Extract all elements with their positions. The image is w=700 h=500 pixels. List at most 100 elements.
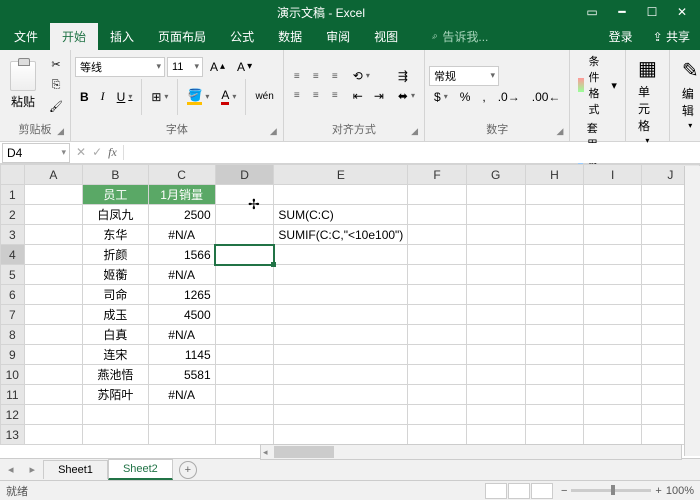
- col-header-B[interactable]: B: [83, 165, 148, 185]
- cell-G4[interactable]: [466, 245, 525, 265]
- cell-H8[interactable]: [525, 325, 584, 345]
- sheet-tab-sheet2[interactable]: Sheet2: [108, 459, 173, 480]
- col-header-D[interactable]: D: [215, 165, 274, 185]
- vertical-scrollbar[interactable]: [684, 166, 700, 456]
- cell-E2[interactable]: SUM(C:C): [274, 205, 408, 225]
- cell-I10[interactable]: [584, 365, 641, 385]
- col-header-I[interactable]: I: [584, 165, 641, 185]
- col-header-G[interactable]: G: [466, 165, 525, 185]
- cell-E5[interactable]: [274, 265, 408, 285]
- cell-C13[interactable]: [148, 425, 215, 445]
- cell-B12[interactable]: [83, 405, 148, 425]
- cell-C7[interactable]: 4500: [148, 305, 215, 325]
- tab-file[interactable]: 文件: [2, 23, 50, 50]
- row-header-9[interactable]: 9: [1, 345, 25, 365]
- name-box[interactable]: D4: [2, 143, 70, 163]
- increase-decimal-icon[interactable]: .0→: [493, 88, 525, 106]
- cell-B3[interactable]: 东华: [83, 225, 148, 245]
- row-header-4[interactable]: 4: [1, 245, 25, 265]
- horizontal-scrollbar[interactable]: ◂: [260, 444, 682, 460]
- font-size-select[interactable]: 11: [167, 57, 203, 77]
- number-format-select[interactable]: 常规: [429, 66, 499, 86]
- comma-button[interactable]: ,: [477, 88, 490, 106]
- cell-I12[interactable]: [584, 405, 641, 425]
- cell-H9[interactable]: [525, 345, 584, 365]
- bold-button[interactable]: B: [75, 88, 94, 106]
- cell-B7[interactable]: 成玉: [83, 305, 148, 325]
- cell-B8[interactable]: 白真: [83, 325, 148, 345]
- cell-B5[interactable]: 姬蘅: [83, 265, 148, 285]
- font-launcher-icon[interactable]: ◢: [270, 126, 277, 137]
- cell-C1[interactable]: 1月销量: [148, 185, 215, 205]
- cell-E4[interactable]: [274, 245, 408, 265]
- underline-button[interactable]: U: [112, 88, 138, 106]
- tab-layout[interactable]: 页面布局: [146, 23, 218, 50]
- cell-D3[interactable]: [215, 225, 274, 245]
- cell-A4[interactable]: [24, 245, 83, 265]
- cell-E11[interactable]: [274, 385, 408, 405]
- col-header-A[interactable]: A: [24, 165, 83, 185]
- row-header-10[interactable]: 10: [1, 365, 25, 385]
- cell-D10[interactable]: [215, 365, 274, 385]
- cell-H7[interactable]: [525, 305, 584, 325]
- fill-color-button[interactable]: 🪣: [182, 86, 214, 107]
- row-header-5[interactable]: 5: [1, 265, 25, 285]
- font-color-button[interactable]: A: [216, 86, 241, 107]
- cell-E10[interactable]: [274, 365, 408, 385]
- cell-C2[interactable]: 2500: [148, 205, 215, 225]
- cell-H2[interactable]: [525, 205, 584, 225]
- cell-F3[interactable]: [408, 225, 466, 245]
- cell-G2[interactable]: [466, 205, 525, 225]
- cell-I13[interactable]: [584, 425, 641, 445]
- cell-G3[interactable]: [466, 225, 525, 245]
- cell-B9[interactable]: 连宋: [83, 345, 148, 365]
- cell-A6[interactable]: [24, 285, 83, 305]
- cell-E12[interactable]: [274, 405, 408, 425]
- spreadsheet-grid[interactable]: ABCDEFGHIJ 1员工1月销量2白凤九2500SUM(C:C)3东华#N/…: [0, 164, 700, 445]
- cell-D12[interactable]: [215, 405, 274, 425]
- tab-view[interactable]: 视图: [362, 23, 410, 50]
- cell-H1[interactable]: [525, 185, 584, 205]
- row-header-6[interactable]: 6: [1, 285, 25, 305]
- cell-F1[interactable]: [408, 185, 466, 205]
- cell-B1[interactable]: 员工: [83, 185, 148, 205]
- cell-D1[interactable]: [215, 185, 274, 205]
- cell-A10[interactable]: [24, 365, 83, 385]
- cell-H11[interactable]: [525, 385, 584, 405]
- cell-D4[interactable]: [215, 245, 274, 265]
- merge-button[interactable]: ⬌: [393, 87, 420, 105]
- col-header-C[interactable]: C: [148, 165, 215, 185]
- decrease-decimal-icon[interactable]: .00←: [527, 88, 566, 106]
- cell-F8[interactable]: [408, 325, 466, 345]
- zoom-out-icon[interactable]: −: [561, 485, 567, 497]
- cell-E6[interactable]: [274, 285, 408, 305]
- cell-D13[interactable]: [215, 425, 274, 445]
- cell-H3[interactable]: [525, 225, 584, 245]
- cell-G8[interactable]: [466, 325, 525, 345]
- cell-I1[interactable]: [584, 185, 641, 205]
- cell-A5[interactable]: [24, 265, 83, 285]
- percent-button[interactable]: %: [455, 88, 476, 106]
- sheet-nav-next-icon[interactable]: ▸: [22, 463, 44, 476]
- cell-I3[interactable]: [584, 225, 641, 245]
- add-sheet-icon[interactable]: +: [179, 461, 197, 479]
- border-button[interactable]: ⊞: [146, 88, 173, 106]
- cell-I11[interactable]: [584, 385, 641, 405]
- cell-A9[interactable]: [24, 345, 83, 365]
- cell-G9[interactable]: [466, 345, 525, 365]
- cell-F10[interactable]: [408, 365, 466, 385]
- conditional-format-button[interactable]: 条件格式 ▾: [574, 52, 621, 118]
- cell-G1[interactable]: [466, 185, 525, 205]
- editing-button[interactable]: ✎编辑▾: [674, 54, 700, 134]
- cell-A8[interactable]: [24, 325, 83, 345]
- sheet-tab-sheet1[interactable]: Sheet1: [43, 460, 108, 479]
- align-launcher-icon[interactable]: ◢: [411, 126, 418, 137]
- cell-H5[interactable]: [525, 265, 584, 285]
- row-header-8[interactable]: 8: [1, 325, 25, 345]
- row-header-11[interactable]: 11: [1, 385, 25, 405]
- cell-B4[interactable]: 折颜: [83, 245, 148, 265]
- format-painter-icon[interactable]: 🖌: [46, 98, 66, 116]
- col-header-H[interactable]: H: [525, 165, 584, 185]
- clipboard-launcher-icon[interactable]: ◢: [57, 126, 64, 137]
- cell-G12[interactable]: [466, 405, 525, 425]
